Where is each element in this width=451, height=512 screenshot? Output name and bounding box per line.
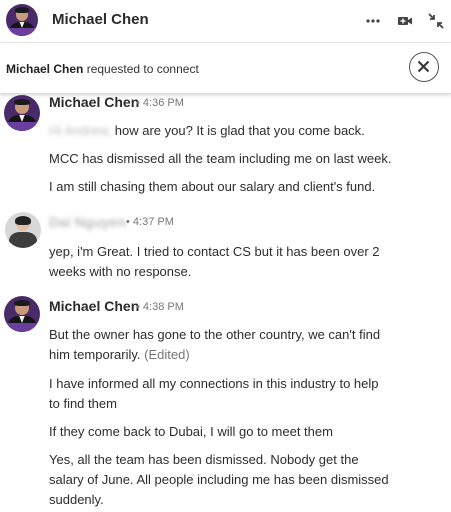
message-sender-name[interactable]: Michael Chen (49, 94, 139, 110)
message-timestamp: • 4:36 PM (136, 97, 184, 109)
message-line: suddenly. (49, 492, 104, 507)
message-line: yep, i'm Great. I tried to contact CS bu… (49, 244, 380, 259)
minimize-icon[interactable] (427, 12, 445, 30)
header-contact-name[interactable]: Michael Chen (52, 11, 149, 28)
message-sender-name[interactable]: Dai Nguyen (49, 214, 126, 230)
redacted-greeting: Hi Andrew, (49, 123, 112, 138)
message-line: him temporarily. (Edited) (49, 347, 190, 362)
message-line: But the owner has gone to the other coun… (49, 327, 381, 342)
sender-avatar[interactable] (5, 212, 41, 248)
more-icon[interactable] (364, 12, 382, 30)
message-line: I have informed all my connections in th… (49, 376, 379, 391)
message-line: Hi Andrew, how are you? It is glad that … (49, 123, 365, 138)
header-avatar[interactable] (6, 4, 38, 36)
sender-avatar[interactable] (4, 296, 40, 332)
message-line: I am still chasing them about our salary… (49, 179, 376, 194)
close-icon (417, 60, 430, 73)
banner-message: requested to connect (86, 62, 199, 76)
dismiss-request-button[interactable] (409, 52, 439, 82)
connection-request-text: Michael Chen requested to connect (6, 62, 199, 76)
video-call-icon[interactable] (396, 12, 414, 30)
banner-sender-name[interactable]: Michael Chen (6, 62, 83, 76)
edited-label: (Edited) (144, 347, 190, 362)
message-timestamp: • 4:37 PM (126, 216, 174, 228)
message-line: salary of June. All people including me … (49, 472, 389, 487)
connection-request-banner: Michael Chen requested to connect (0, 43, 451, 94)
message-line: If they come back to Dubai, I will go to… (49, 424, 333, 439)
message-line: to find them (49, 396, 117, 411)
message-line: Yes, all the team has been dismissed. No… (49, 452, 359, 467)
sender-avatar[interactable] (4, 95, 40, 131)
message-sender-name[interactable]: Michael Chen (49, 298, 139, 314)
message-timestamp: • 4:38 PM (136, 301, 184, 313)
message-line: MCC has dismissed all the team including… (49, 151, 392, 166)
chat-header: Michael Chen (0, 0, 451, 43)
message-line: weeks with no response. (49, 264, 192, 279)
